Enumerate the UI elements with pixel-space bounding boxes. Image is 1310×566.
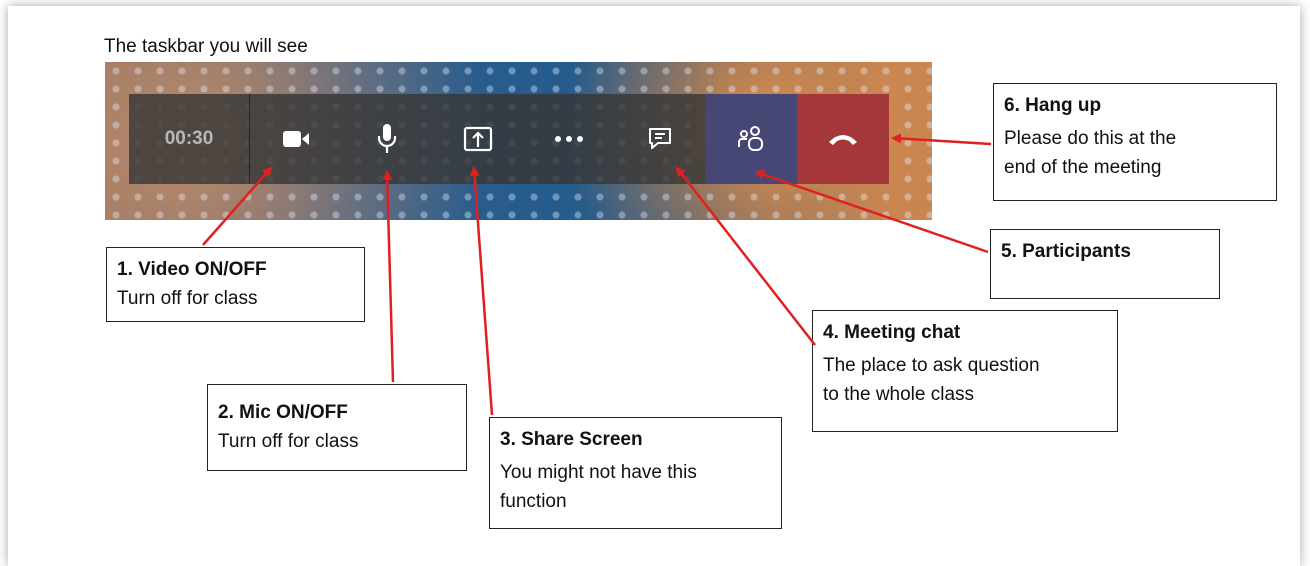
participants-arrow <box>754 169 989 254</box>
mic-arrow <box>382 170 395 383</box>
hangup-arrow <box>891 133 992 146</box>
video-arrow <box>202 166 273 246</box>
annotation-arrows <box>202 133 992 416</box>
chat-arrow <box>675 166 816 346</box>
share-arrow <box>469 166 494 416</box>
